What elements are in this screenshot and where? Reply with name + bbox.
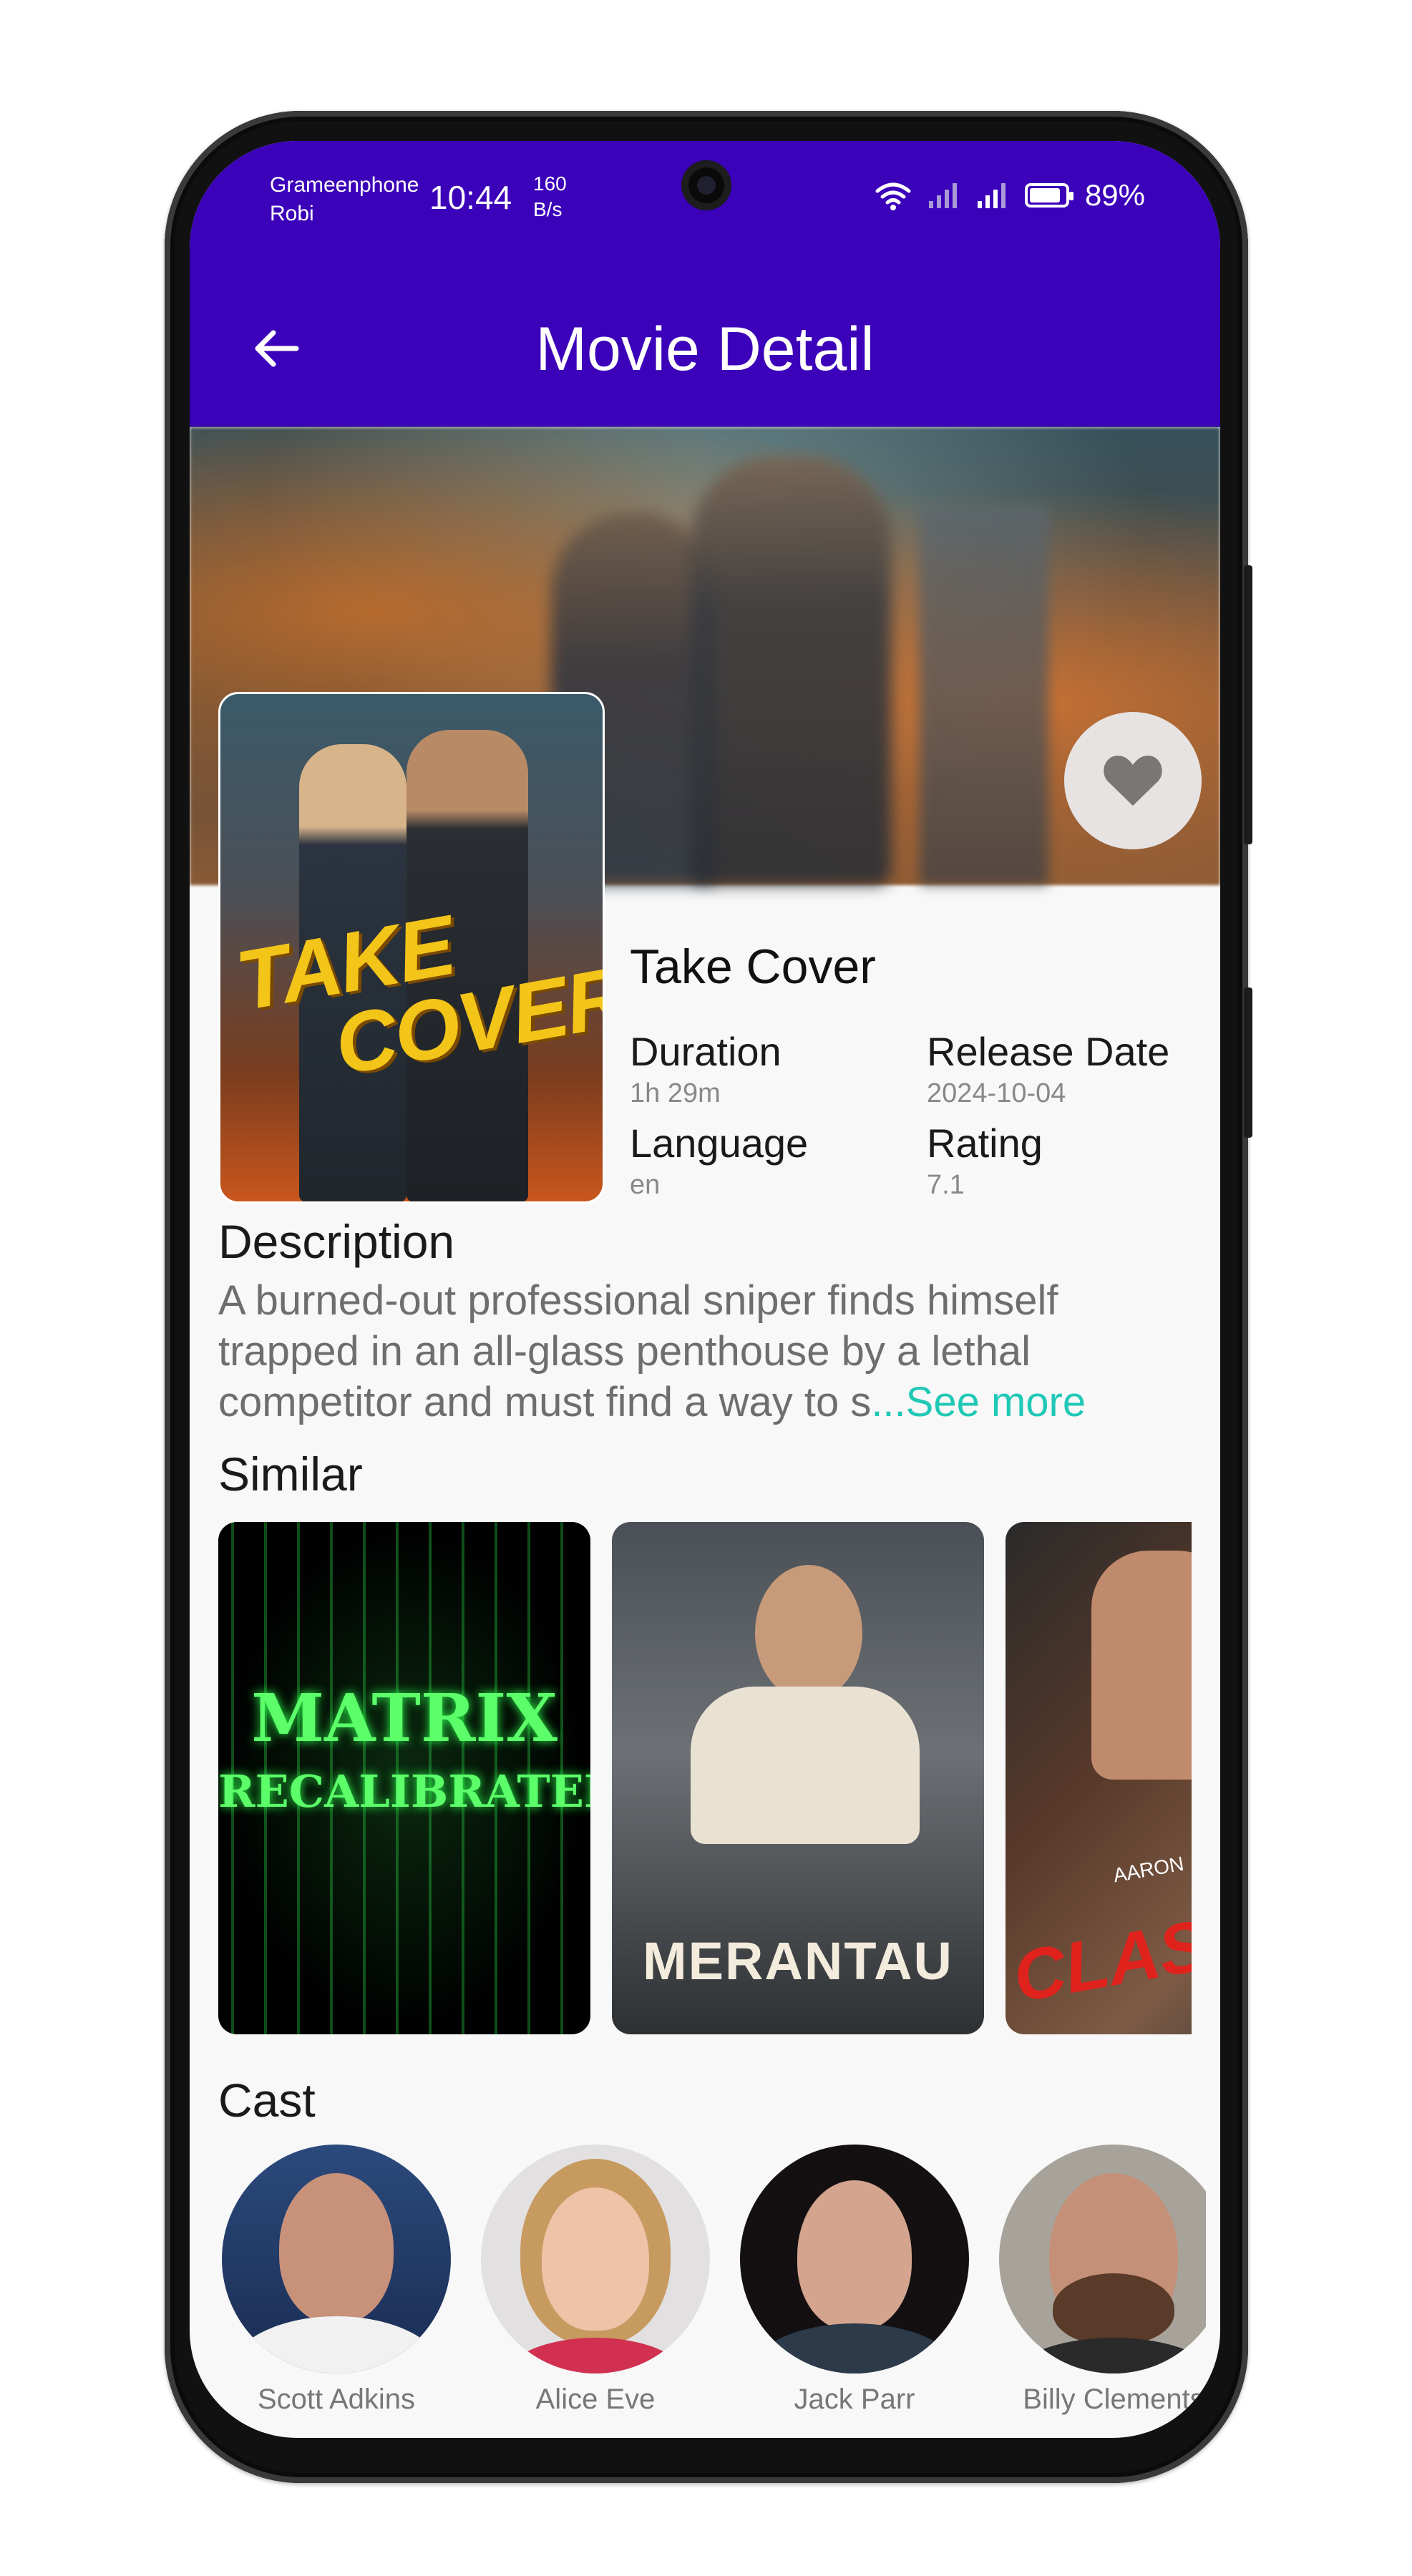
movie-poster: TAKE COVER (218, 692, 605, 1204)
cast-name: Alice Eve (535, 2384, 656, 2415)
avatar (999, 2145, 1206, 2373)
heart-icon (1104, 756, 1162, 806)
cast-member[interactable]: Billy Clements (995, 2145, 1206, 2416)
cast-name: Scott Adkins (257, 2384, 416, 2415)
network-speed: 160 B/s (533, 171, 567, 223)
cast-member[interactable]: Alice Eve (477, 2145, 714, 2416)
duration-label: Duration (630, 1029, 782, 1074)
signal-icon-2 (977, 183, 1006, 208)
backdrop-figure (691, 456, 891, 885)
similar-movie-card[interactable]: AARON CLASS (1006, 1522, 1192, 2034)
poster-figure (1091, 1551, 1192, 1780)
poster-small-text: AARON (1111, 1852, 1186, 1887)
see-more-link[interactable]: ...See more (871, 1379, 1086, 1425)
speed-value: 160 (533, 172, 567, 195)
status-bar: Grameenphone Robi 10:44 160 B/s 89% (190, 141, 1220, 277)
avatar-top (502, 2338, 688, 2373)
volume-button (1244, 565, 1252, 844)
similar-title-line-1: MATRIX (251, 1679, 558, 1757)
release-date-label: Release Date (927, 1029, 1170, 1074)
avatar-face (279, 2173, 394, 2323)
language-label: Language (630, 1121, 809, 1166)
similar-movie-card[interactable]: MERANTAU (612, 1522, 984, 2034)
top-bar: Grameenphone Robi 10:44 160 B/s 89% Movi… (190, 141, 1220, 427)
similar-title: MERANTAU (643, 1931, 953, 1991)
wifi-icon (875, 182, 911, 210)
cast-member[interactable]: Scott Adkins (218, 2145, 454, 2416)
movie-title: Take Cover (630, 940, 876, 994)
avatar-shirt (747, 2323, 962, 2373)
cast-list[interactable]: Scott Adkins Alice Eve Jack Parr Billy C… (218, 2145, 1206, 2431)
rating-label: Rating (927, 1121, 1043, 1166)
cast-name: Jack Parr (794, 2384, 915, 2415)
status-time: 10:44 (429, 179, 512, 216)
speed-unit: B/s (533, 198, 563, 220)
battery-fill (1029, 188, 1060, 203)
similar-heading: Similar (218, 1448, 363, 1501)
release-date-value: 2024-10-04 (927, 1078, 1066, 1108)
cast-member[interactable]: Jack Parr (736, 2145, 973, 2416)
app-screen: Grameenphone Robi 10:44 160 B/s 89% Movi… (190, 141, 1220, 2438)
cast-name: Billy Clements (1023, 2384, 1204, 2415)
avatar (481, 2145, 710, 2373)
carrier-names: Grameenphone Robi (270, 171, 419, 228)
avatar (222, 2145, 451, 2373)
rating-value: 7.1 (927, 1170, 965, 1200)
description-text: A burned-out professional sniper finds h… (218, 1275, 1206, 1428)
favorite-button[interactable] (1064, 712, 1202, 849)
similar-movie-card[interactable]: MATRIX RECALIBRATED (218, 1522, 590, 2034)
description-heading: Description (218, 1215, 455, 1268)
power-button (1244, 987, 1252, 1138)
avatar-face (542, 2187, 649, 2331)
similar-title-line-2: RECALIBRATED (218, 1765, 590, 1818)
status-icons: 89% (875, 175, 1145, 215)
carrier-2: Robi (270, 202, 314, 225)
front-camera (681, 160, 731, 210)
battery-percent: 89% (1084, 178, 1145, 212)
duration-value: 1h 29m (630, 1078, 721, 1108)
avatar-shirt (229, 2316, 444, 2373)
poster-figure (755, 1565, 862, 1701)
app-bar: Movie Detail (190, 277, 1220, 427)
carrier-1: Grameenphone (270, 173, 419, 197)
poster-figure (691, 1687, 920, 1844)
avatar-beard (1053, 2273, 1174, 2345)
battery-icon (1024, 183, 1073, 208)
avatar-shirt (1006, 2338, 1206, 2373)
avatar-face (797, 2180, 912, 2331)
poster-title: TAKE COVER (230, 877, 603, 1101)
cast-heading: Cast (218, 2074, 316, 2127)
backdrop-building (920, 506, 1048, 885)
signal-icon-1 (928, 183, 957, 208)
avatar (740, 2145, 969, 2373)
page-title: Movie Detail (535, 315, 875, 384)
language-value: en (630, 1170, 661, 1200)
similar-list[interactable]: MATRIX RECALIBRATED MERANTAU AARON CLASS (218, 1522, 1192, 2037)
similar-title: CLASS (1007, 1896, 1192, 2018)
